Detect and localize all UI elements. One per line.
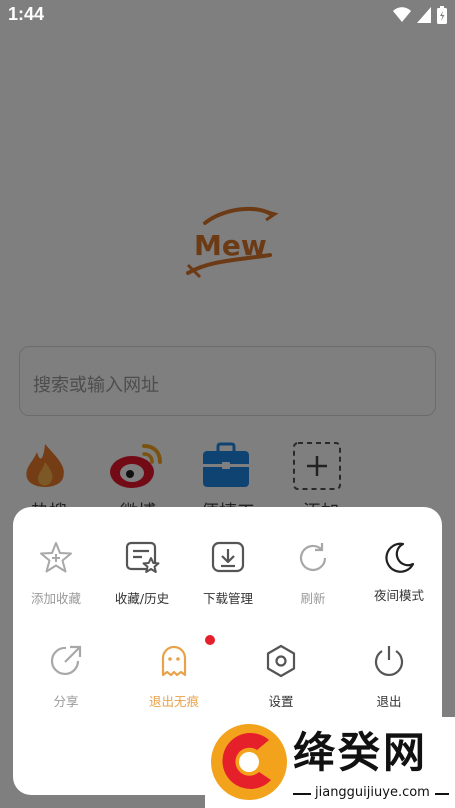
clock: 1:44: [8, 4, 45, 24]
ghost-icon: [161, 645, 187, 677]
menu-label: 退出无痕: [148, 694, 199, 709]
moon-icon: [385, 542, 415, 573]
download-icon: [211, 541, 245, 573]
wifi-icon: [393, 7, 411, 22]
menu-downloads[interactable]: 下载管理: [185, 540, 271, 620]
divider: [435, 793, 449, 795]
site-watermark: 绛癸网 jiangguijiuye.com: [205, 717, 455, 808]
menu-bookmarks-history[interactable]: 收藏/历史: [99, 540, 185, 620]
menu-exit[interactable]: 退出: [346, 643, 432, 723]
status-bar: 1:44: [0, 0, 455, 34]
divider: [293, 793, 311, 795]
bookmark-history-icon: [125, 541, 160, 573]
share-icon: [50, 645, 82, 676]
star-plus-icon: [40, 542, 72, 573]
cellular-signal-icon: [417, 7, 431, 23]
refresh-icon: [299, 543, 327, 571]
menu-label: 收藏/历史: [114, 591, 170, 606]
menu-label: 夜间模式: [373, 588, 424, 603]
menu-night-mode[interactable]: 夜间模式: [356, 540, 442, 620]
menu-add-bookmark[interactable]: 添加收藏: [13, 540, 99, 620]
menu-exit-incognito[interactable]: 退出无痕: [131, 643, 217, 723]
menu-label: 分享: [53, 694, 79, 709]
menu-label: 添加收藏: [30, 591, 81, 606]
menu-refresh[interactable]: 刷新: [270, 540, 356, 620]
settings-hexagon-icon: [266, 644, 296, 678]
battery-icon: [437, 6, 447, 24]
watermark-title: 绛癸网: [293, 728, 429, 777]
menu-label: 退出: [376, 694, 402, 709]
watermark-logo-icon: [211, 724, 287, 800]
menu-settings[interactable]: 设置: [238, 643, 324, 723]
menu-label: 下载管理: [202, 591, 253, 606]
menu-share[interactable]: 分享: [23, 643, 109, 723]
menu-label: 设置: [268, 694, 294, 709]
menu-label: 刷新: [300, 591, 326, 606]
power-icon: [374, 646, 404, 676]
watermark-url: jiangguijiuye.com: [315, 785, 430, 800]
notification-dot: [205, 635, 215, 645]
